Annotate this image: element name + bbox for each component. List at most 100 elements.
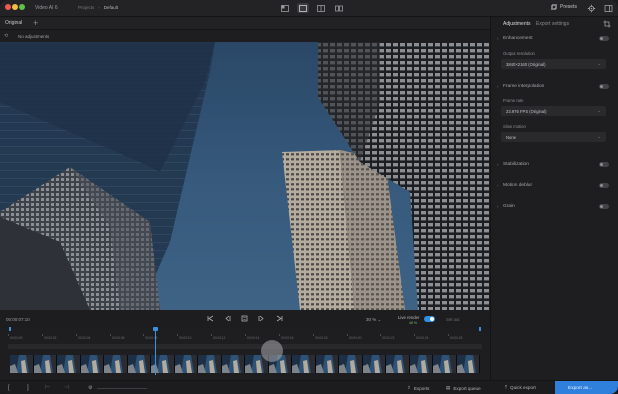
stabilization-title: Stabilization — [503, 162, 529, 167]
presets-button[interactable]: Presets — [551, 4, 577, 10]
slow-motion-select[interactable]: None ⌄ — [501, 132, 606, 142]
minimize-window-button[interactable] — [12, 4, 18, 10]
skip-to-start-icon[interactable] — [207, 315, 214, 322]
tab-export-settings[interactable]: Export settings — [536, 21, 569, 27]
stabilization-toggle[interactable] — [599, 162, 609, 167]
play-pause-icon[interactable] — [241, 315, 248, 322]
output-resolution-value: 3840×2160 (Original) — [506, 62, 546, 67]
adjustments-panel: Adjustments Export settings › Enhancemen… — [490, 17, 618, 380]
filmstrip-frame — [433, 355, 457, 373]
filmstrip-frame — [386, 355, 410, 373]
motion-deblur-title: Motion deblur — [503, 183, 533, 188]
live-render-toggle[interactable] — [424, 316, 435, 322]
view-mode-group — [279, 3, 345, 13]
add-preview-tab-button[interactable]: + — [33, 18, 38, 28]
out-point-marker[interactable] — [479, 327, 481, 331]
previous-frame-icon[interactable] — [224, 315, 231, 322]
live-render-progress: 46 % — [409, 321, 417, 325]
view-split-button[interactable] — [315, 3, 327, 13]
ruler-tick-label: 00:00:10 — [179, 336, 192, 340]
zoom-select[interactable]: 30 % ⌄ — [366, 317, 381, 323]
view-side-by-side-button[interactable] — [333, 3, 345, 13]
filmstrip-frame — [80, 355, 104, 373]
set-in-bracket-icon[interactable]: [ — [8, 385, 10, 391]
tab-adjustments[interactable]: Adjustments — [503, 21, 531, 27]
chevron-down-icon: ⌄ — [597, 134, 601, 139]
transport-bar: 00:00:07:10 30 % ⌄ Live render 46 % Set … — [0, 310, 490, 328]
export-as-label: Export as... — [568, 385, 593, 391]
filmstrip[interactable] — [10, 355, 480, 373]
frame-interpolation-title: Frame interpolation — [503, 84, 545, 89]
quick-export-icon: ⤒ — [505, 385, 508, 390]
export-queue-button[interactable]: ▤ Export queue — [446, 385, 481, 391]
queue-icon: ▤ — [446, 385, 451, 390]
close-window-button[interactable] — [5, 4, 11, 10]
view-single-button[interactable] — [279, 3, 291, 13]
panel-tabs: Adjustments Export settings — [491, 17, 618, 31]
filmstrip-frame — [339, 355, 363, 373]
chevron-down-icon: ⌄ — [597, 61, 601, 66]
export-as-button[interactable]: Export as... — [555, 381, 618, 394]
video-frame-image — [0, 42, 490, 310]
ruler-tick — [42, 334, 43, 336]
set-out-button[interactable]: Set out — [446, 317, 460, 322]
app-title: Video AI 6 — [35, 5, 58, 11]
timeline-ruler[interactable]: 00:00:00 00:00:02 00:00:04 00:00:06 00:00:08… — [8, 328, 482, 342]
ruler-tick — [448, 334, 449, 336]
quick-export-button[interactable]: ⤒ Quick export — [505, 385, 536, 390]
ruler-tick — [177, 334, 178, 336]
chevron-down-icon: ⌄ — [597, 108, 601, 113]
video-preview[interactable] — [0, 42, 490, 310]
gear-icon[interactable] — [587, 4, 596, 13]
live-render-label: Live render — [398, 315, 420, 320]
exports-button[interactable]: ⇪ Exports — [407, 385, 429, 391]
crop-icon[interactable] — [603, 20, 611, 28]
zoom-window-button[interactable] — [19, 4, 25, 10]
ruler-tick-label: 00:00:20 — [349, 336, 362, 340]
ruler-tick — [245, 334, 246, 336]
timeline-track[interactable] — [8, 344, 482, 349]
mouse-cursor-indicator — [261, 340, 283, 362]
ruler-tick — [211, 334, 212, 336]
zoom-value: 30 % — [366, 317, 377, 322]
filmstrip-frame — [456, 355, 480, 373]
settings-small-icon[interactable]: ⚙ — [88, 385, 92, 391]
output-resolution-select[interactable]: 3840×2160 (Original) ⌄ — [501, 59, 606, 69]
clip-start-icon[interactable]: ⊢ — [45, 385, 50, 391]
enhancement-toggle[interactable] — [599, 36, 609, 41]
adjustment-status: No adjustments — [18, 34, 50, 39]
tab-original[interactable]: Original — [5, 20, 22, 26]
filmstrip-frame — [292, 355, 316, 373]
side-by-side-view-icon — [335, 5, 343, 11]
slow-motion-value: None — [506, 135, 517, 140]
view-preview-button[interactable] — [297, 3, 309, 13]
single-view-icon — [281, 4, 289, 12]
grain-title: Grain — [503, 204, 515, 209]
breadcrumb-current: Default — [103, 5, 119, 10]
upload-icon: ⇪ — [407, 385, 411, 390]
ruler-tick — [110, 334, 111, 336]
motion-deblur-toggle[interactable] — [599, 183, 609, 188]
timecode: 00:00:07:10 — [6, 317, 30, 322]
clip-end-icon[interactable]: ⊣ — [64, 385, 69, 391]
chevron-right-icon: › — [497, 204, 499, 209]
skip-to-end-icon[interactable] — [276, 315, 283, 322]
set-out-bracket-icon[interactable]: ] — [27, 385, 29, 391]
ruler-tick-label: 00:00:18 — [315, 336, 328, 340]
slow-motion-label: Slow motion — [503, 124, 526, 129]
sidebar-toggle-icon[interactable] — [604, 4, 613, 13]
filmstrip-frame — [57, 355, 81, 373]
frame-interpolation-toggle[interactable] — [599, 84, 609, 89]
next-frame-icon[interactable] — [258, 315, 265, 322]
playhead[interactable] — [153, 327, 158, 375]
in-point-marker[interactable] — [9, 327, 11, 331]
presets-icon — [551, 4, 557, 10]
timeline-zoom-slider[interactable] — [97, 388, 147, 389]
breadcrumb-projects[interactable]: Projects — [78, 5, 94, 10]
chevron-right-icon: › — [497, 162, 499, 167]
frame-rate-select[interactable]: 23.976 FPS (Original) ⌄ — [501, 106, 606, 116]
ruler-tick — [76, 334, 77, 336]
ruler-tick-label: 00:00:14 — [247, 336, 260, 340]
filmstrip-frame — [409, 355, 433, 373]
grain-toggle[interactable] — [599, 204, 609, 209]
